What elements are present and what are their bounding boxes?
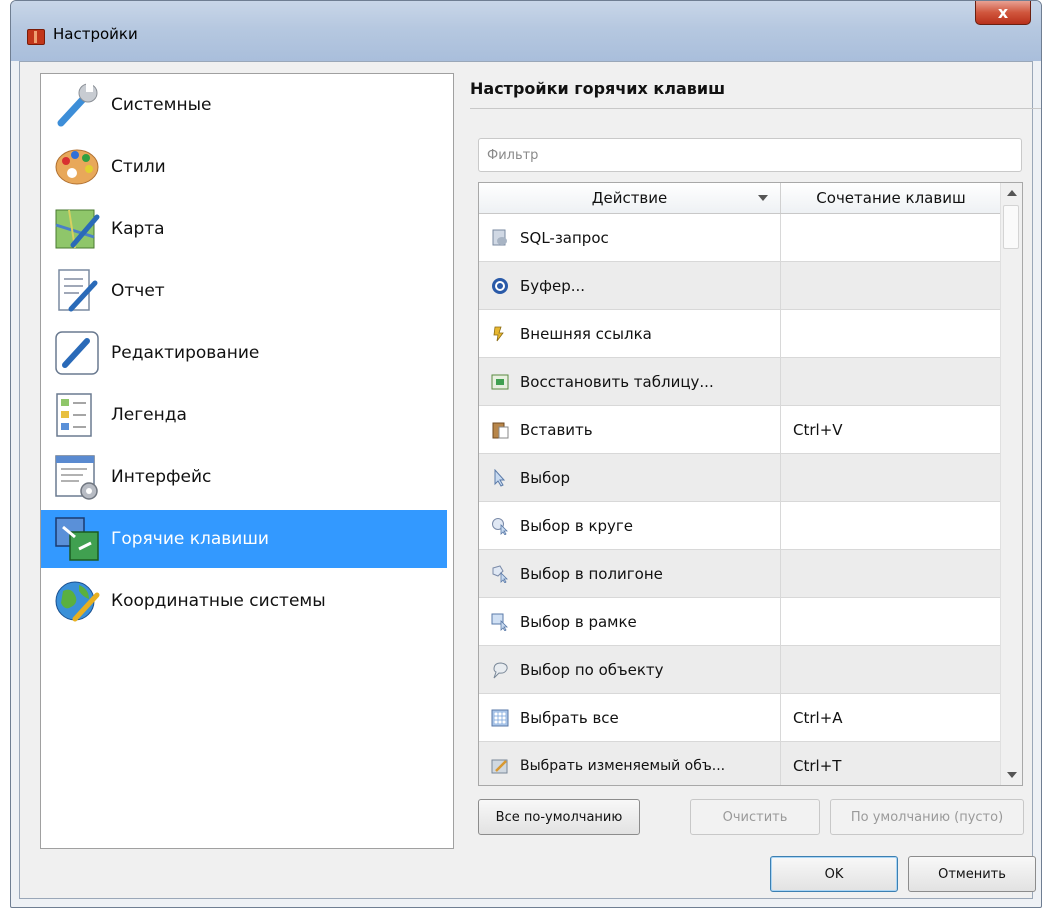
close-button[interactable]: x [975, 1, 1031, 25]
column-header-action[interactable]: Действие [479, 183, 781, 213]
dialog-body: Системные Стили Карта Отчет Редактирован… [19, 61, 1041, 899]
column-header-shortcut[interactable]: Сочетание клавиш [781, 183, 1001, 213]
shortcut-cell[interactable] [781, 358, 1001, 405]
shortcut-cell[interactable] [781, 646, 1001, 693]
select-editable-icon [491, 757, 509, 775]
shortcut-cell[interactable]: Ctrl+T [781, 742, 1001, 785]
nav-item-label: Карта [111, 219, 165, 239]
shortcut-cell[interactable] [781, 214, 1001, 261]
select-all-icon [491, 709, 509, 727]
palette-icon [53, 143, 101, 191]
nav-item-map[interactable]: Карта [41, 200, 447, 258]
title-separator [470, 108, 1041, 109]
settings-category-list: Системные Стили Карта Отчет Редактирован… [40, 73, 454, 849]
shortcut-cell[interactable] [781, 310, 1001, 357]
scroll-down-icon[interactable] [1001, 765, 1022, 785]
shortcut-cell[interactable]: Ctrl+V [781, 406, 1001, 453]
buffer-icon [491, 277, 509, 295]
table-row[interactable]: Выбор в круге [479, 502, 1001, 550]
hotkeys-table: Действие Сочетание клавиш SQL-запрос Буф… [478, 182, 1023, 786]
shortcut-cell[interactable] [781, 454, 1001, 501]
nav-item-label: Стили [111, 157, 166, 177]
sort-dropdown-icon[interactable] [758, 195, 768, 201]
scroll-up-icon[interactable] [1001, 183, 1022, 203]
table-header: Действие Сочетание клавиш [479, 183, 1001, 214]
restore-table-icon [491, 373, 509, 391]
table-row[interactable]: Выбор по объекту [479, 646, 1001, 694]
shortcut-cell[interactable] [781, 550, 1001, 597]
window-title: Настройки [53, 25, 138, 43]
table-row[interactable]: Выбор в рамке [479, 598, 1001, 646]
hotkeys-icon [53, 515, 101, 563]
nav-item-label: Системные [111, 95, 212, 115]
nav-item-report[interactable]: Отчет [41, 262, 447, 320]
ok-button[interactable]: OK [770, 856, 898, 892]
select-rectangle-icon [491, 613, 509, 632]
nav-item-legend[interactable]: Легенда [41, 386, 447, 444]
select-polygon-icon [491, 564, 509, 584]
nav-item-label: Легенда [111, 405, 187, 425]
default-empty-button[interactable]: По умолчанию (пусто) [830, 799, 1024, 835]
nav-item-label: Отчет [111, 281, 165, 301]
table-row[interactable]: Выбор [479, 454, 1001, 502]
table-row[interactable]: Буфер... [479, 262, 1001, 310]
scroll-thumb[interactable] [1003, 205, 1019, 249]
table-row[interactable]: Восстановить таблицу... [479, 358, 1001, 406]
nav-item-label: Координатные системы [111, 591, 326, 611]
table-row[interactable]: Внешняя ссылка [479, 310, 1001, 358]
title-bar[interactable]: Настройки x [11, 1, 1041, 61]
all-default-button[interactable]: Все по-умолчанию [478, 799, 640, 835]
table-row[interactable]: Вставить Ctrl+V [479, 406, 1001, 454]
table-row[interactable]: SQL-запрос [479, 214, 1001, 262]
shortcut-cell[interactable] [781, 598, 1001, 645]
nav-item-interface[interactable]: Интерфейс [41, 448, 447, 506]
table-body: SQL-запрос Буфер... Внешняя ссылка Восст… [479, 214, 1001, 785]
shortcut-cell[interactable] [781, 262, 1001, 309]
table-row[interactable]: Выбор в полигоне [479, 550, 1001, 598]
panel-title: Настройки горячих клавиш [470, 79, 726, 98]
external-link-icon [491, 325, 509, 343]
table-scrollbar[interactable] [1000, 183, 1022, 785]
sql-query-icon [491, 229, 509, 247]
interface-icon [53, 453, 101, 501]
nav-item-system[interactable]: Системные [41, 76, 447, 134]
nav-item-label: Редактирование [111, 343, 260, 363]
select-arrow-icon [491, 468, 509, 487]
nav-item-coordinate-systems[interactable]: Координатные системы [41, 572, 447, 630]
report-icon [53, 267, 101, 315]
wrench-icon [53, 81, 101, 129]
shortcut-cell[interactable]: Ctrl+A [781, 694, 1001, 741]
map-icon [53, 205, 101, 253]
legend-icon [53, 391, 101, 439]
globe-icon [53, 577, 101, 625]
nav-item-editing[interactable]: Редактирование [41, 324, 447, 382]
nav-item-styles[interactable]: Стили [41, 138, 447, 196]
shortcut-cell[interactable] [781, 502, 1001, 549]
table-row[interactable]: Выбрать изменяемый объ... Ctrl+T [479, 742, 1001, 785]
settings-window: Настройки x Системные Стили Карта Отчет … [10, 0, 1042, 908]
pencil-icon [53, 329, 101, 377]
nav-item-label: Интерфейс [111, 467, 212, 487]
nav-item-label: Горячие клавиши [111, 529, 269, 549]
select-by-object-icon [491, 661, 509, 679]
clear-button[interactable]: Очистить [690, 799, 820, 835]
filter-input[interactable] [478, 138, 1022, 172]
nav-item-hotkeys[interactable]: Горячие клавиши [41, 510, 447, 568]
app-book-icon [27, 29, 45, 45]
paste-icon [491, 421, 509, 439]
cancel-button[interactable]: Отменить [908, 856, 1036, 892]
select-circle-icon [491, 517, 509, 536]
table-row[interactable]: Выбрать все Ctrl+A [479, 694, 1001, 742]
